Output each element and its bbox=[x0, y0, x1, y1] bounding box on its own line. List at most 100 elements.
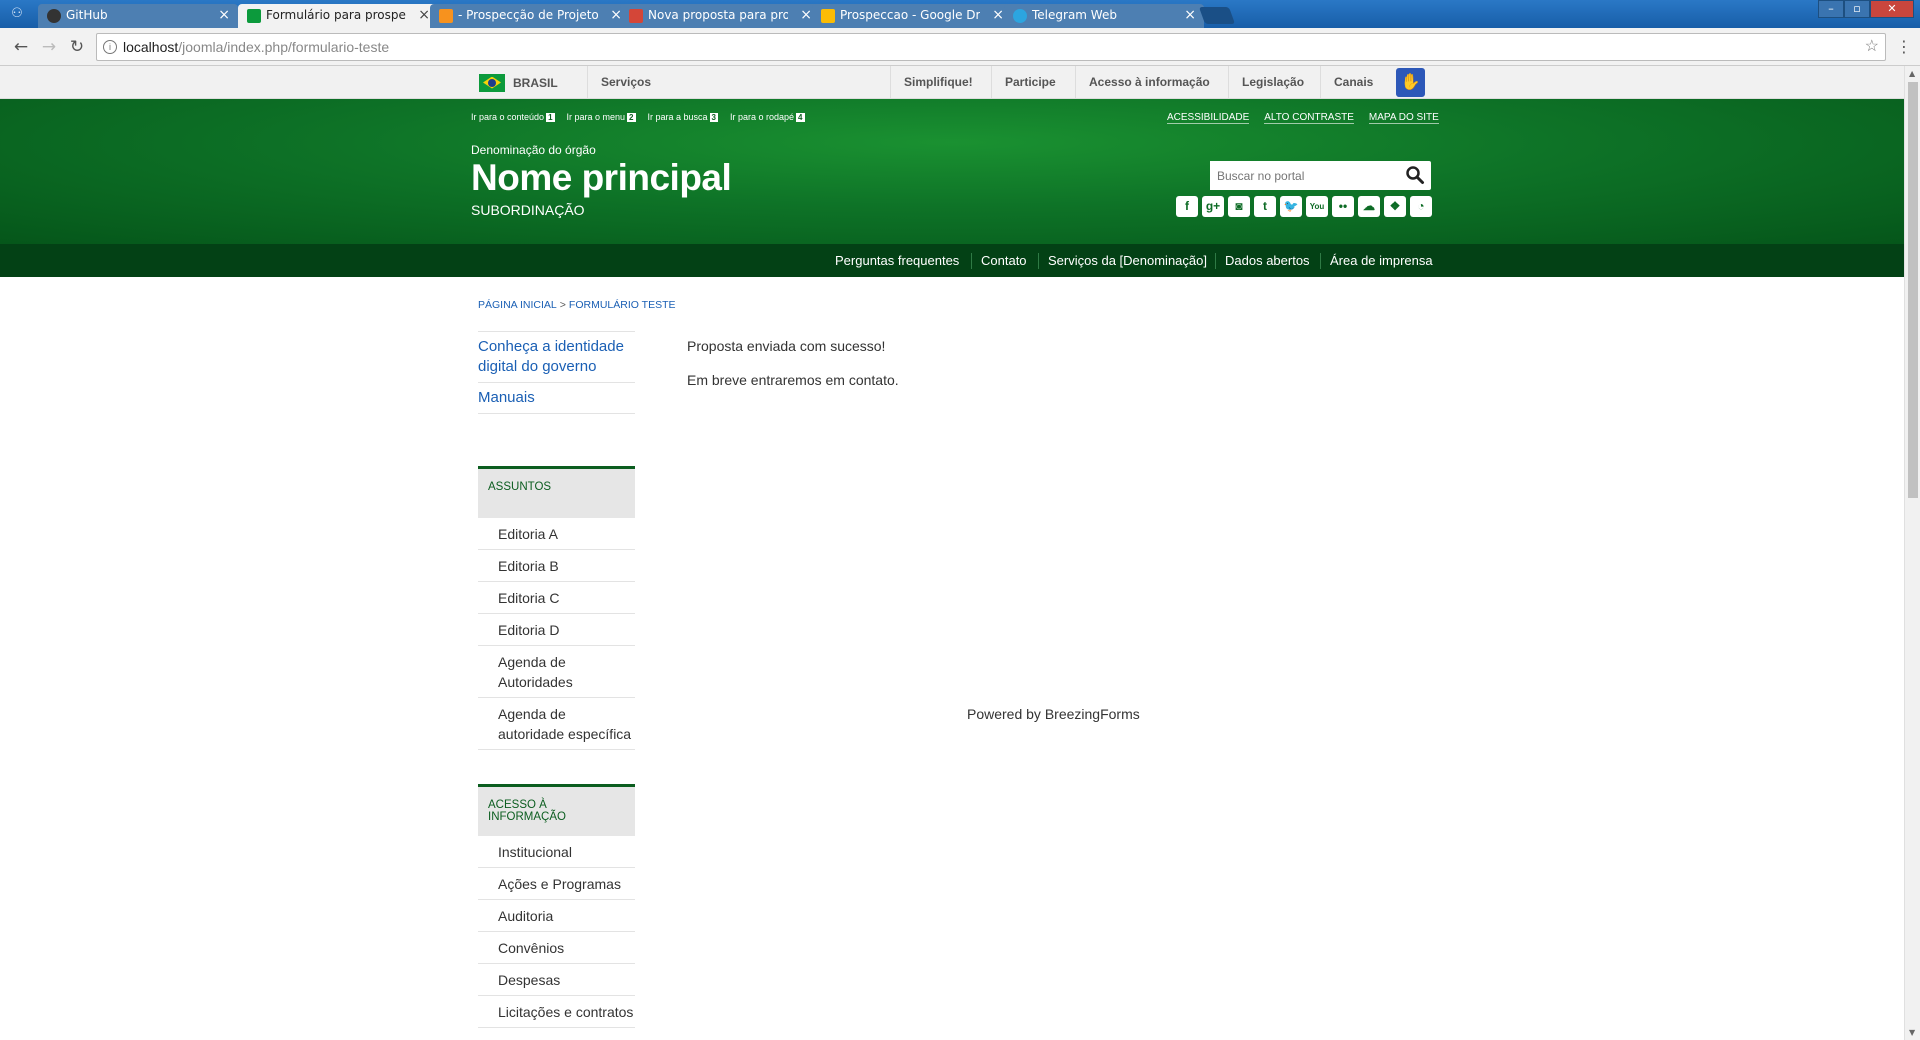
breadcrumb-home-link[interactable]: PÁGINA INICIAL bbox=[478, 299, 557, 311]
divider bbox=[1075, 66, 1076, 99]
scrollbar-thumb[interactable] bbox=[1908, 82, 1918, 498]
close-icon[interactable]: × bbox=[418, 4, 430, 26]
facebook-icon[interactable]: f bbox=[1176, 196, 1198, 217]
legislacao-link[interactable]: Legislação bbox=[1242, 66, 1304, 99]
rss-icon[interactable]: ◔ bbox=[1410, 196, 1432, 217]
perguntas-frequentes-link[interactable]: Perguntas frequentes bbox=[835, 244, 959, 277]
sidebar-item-institucional[interactable]: Institucional bbox=[478, 836, 635, 868]
contato-link[interactable]: Contato bbox=[981, 244, 1027, 277]
forward-icon[interactable]: → bbox=[38, 36, 60, 58]
sidebar-item-auditoria[interactable]: Auditoria bbox=[478, 900, 635, 932]
sidebar-item-despesas[interactable]: Despesas bbox=[478, 964, 635, 996]
government-bar: BRASIL Serviços Simplifique! Participe A… bbox=[0, 66, 1904, 99]
brasil-link[interactable]: BRASIL bbox=[479, 66, 558, 99]
breadcrumb-current[interactable]: FORMULÁRIO TESTE bbox=[569, 299, 676, 311]
sidebar-section-title: ASSUNTOS bbox=[478, 466, 635, 518]
dados-abertos-link[interactable]: Dados abertos bbox=[1225, 244, 1310, 277]
youtube-icon[interactable]: You bbox=[1306, 196, 1328, 217]
sidebar-item-agenda-autoridade-especifica[interactable]: Agenda de autoridade específica bbox=[478, 698, 635, 750]
sidebar-section-title: ACESSO À INFORMAÇÃO bbox=[478, 784, 635, 836]
vlibras-accessibility-icon[interactable]: ✋ bbox=[1396, 68, 1425, 97]
skip-links: Ir para o conteúdo 1 Ir para o menu 2 Ir p… bbox=[471, 112, 805, 122]
social-icons: f g+ ◙ t 🐦 You •• ☁ ❖ ◔ bbox=[1176, 196, 1432, 217]
main-content: Proposta enviada com sucesso! Em breve e… bbox=[687, 336, 899, 404]
tab-title: Telegram Web bbox=[1032, 8, 1117, 22]
joomla-icon bbox=[439, 9, 453, 23]
tab-title: GitHub bbox=[66, 8, 108, 22]
tab-title: Formulário para prospecção bbox=[266, 8, 406, 22]
new-tab-button[interactable] bbox=[1198, 7, 1236, 24]
info-icon[interactable]: i bbox=[103, 40, 117, 54]
breadcrumb-separator: > bbox=[559, 299, 566, 311]
alto-contraste-link[interactable]: ALTO CONTRASTE bbox=[1264, 112, 1354, 124]
canais-link[interactable]: Canais bbox=[1334, 66, 1373, 99]
sidebar-item-convenios[interactable]: Convênios bbox=[478, 932, 635, 964]
sidebar-item-editoria-d[interactable]: Editoria D bbox=[478, 614, 635, 646]
tab-gmail[interactable]: Nova proposta para prospecção × bbox=[620, 4, 820, 28]
scroll-up-icon[interactable]: ▲ bbox=[1909, 69, 1915, 78]
page-scrollbar[interactable]: ▲ ▼ bbox=[1904, 66, 1920, 1040]
window-close-button[interactable]: ✕ bbox=[1870, 0, 1914, 18]
web-page: BRASIL Serviços Simplifique! Participe A… bbox=[0, 66, 1904, 1040]
divider bbox=[991, 66, 992, 99]
sidebar-item-editoria-b[interactable]: Editoria B bbox=[478, 550, 635, 582]
sidebar-item-licitacoes-contratos[interactable]: Licitações e contratos bbox=[478, 996, 635, 1028]
close-icon[interactable]: × bbox=[992, 4, 1004, 26]
skip-to-footer-link[interactable]: Ir para o rodapé 4 bbox=[730, 112, 805, 122]
simplifique-link[interactable]: Simplifique! bbox=[904, 66, 973, 99]
sidebar-item-agenda-autoridades[interactable]: Agenda de Autoridades bbox=[478, 646, 635, 698]
sidebar-item-acoes-programas[interactable]: Ações e Programas bbox=[478, 868, 635, 900]
search-icon[interactable] bbox=[1405, 165, 1425, 185]
success-message: Proposta enviada com sucesso! bbox=[687, 338, 886, 354]
browser-toolbar: ← → ↻ i localhost/joomla/index.php/formu… bbox=[0, 28, 1920, 66]
bookmark-star-icon[interactable]: ☆ bbox=[1865, 34, 1879, 60]
sidebar-item-editoria-a[interactable]: Editoria A bbox=[478, 518, 635, 550]
servicos-denominacao-link[interactable]: Serviços da [Denominação] bbox=[1048, 244, 1207, 277]
skip-to-menu-link[interactable]: Ir para o menu 2 bbox=[567, 112, 636, 122]
soundcloud-icon[interactable]: ☁ bbox=[1358, 196, 1380, 217]
sidebar: Conheça a identidade digital do governo … bbox=[478, 331, 635, 1028]
participe-link[interactable]: Participe bbox=[1005, 66, 1056, 99]
flickr-icon[interactable]: •• bbox=[1332, 196, 1354, 217]
close-icon[interactable]: × bbox=[218, 4, 230, 26]
reload-icon[interactable]: ↻ bbox=[66, 36, 88, 58]
minimize-button[interactable]: – bbox=[1818, 0, 1844, 18]
tab-title: - Prospecção de Projetos bbox=[458, 8, 598, 22]
slideshare-icon[interactable]: ❖ bbox=[1384, 196, 1406, 217]
instagram-icon[interactable]: ◙ bbox=[1228, 196, 1250, 217]
sidebar-link-identidade-digital[interactable]: Conheça a identidade digital do governo bbox=[478, 331, 635, 383]
maximize-button[interactable]: ▫ bbox=[1844, 0, 1870, 18]
tumblr-icon[interactable]: t bbox=[1254, 196, 1276, 217]
back-icon[interactable]: ← bbox=[10, 36, 32, 58]
twitter-icon[interactable]: 🐦 bbox=[1280, 196, 1302, 217]
tab-github[interactable]: GitHub × bbox=[38, 4, 238, 28]
tab-formulario[interactable]: Formulário para prospecção × bbox=[238, 4, 438, 28]
sidebar-item-editoria-c[interactable]: Editoria C bbox=[478, 582, 635, 614]
close-icon[interactable]: × bbox=[800, 4, 812, 26]
scroll-down-icon[interactable]: ▼ bbox=[1909, 1028, 1915, 1037]
divider bbox=[1038, 253, 1039, 269]
address-bar[interactable]: i localhost/joomla/index.php/formulario-… bbox=[96, 33, 1886, 61]
tab-prospeccao[interactable]: - Prospecção de Projetos × bbox=[430, 4, 630, 28]
tab-title: Nova proposta para prospecção bbox=[648, 8, 788, 22]
search-box bbox=[1210, 161, 1431, 190]
mapa-do-site-link[interactable]: MAPA DO SITE bbox=[1368, 112, 1439, 124]
skip-to-content-link[interactable]: Ir para o conteúdo 1 bbox=[471, 112, 555, 122]
servicos-link[interactable]: Serviços bbox=[601, 66, 651, 99]
acesso-informacao-link[interactable]: Acesso à informação bbox=[1089, 66, 1210, 99]
acessibilidade-link[interactable]: ACESSIBILIDADE bbox=[1167, 112, 1250, 124]
area-de-imprensa-link[interactable]: Área de imprensa bbox=[1330, 244, 1433, 277]
subordinacao-label: SUBORDINAÇÃO bbox=[471, 202, 585, 218]
sidebar-link-manuais[interactable]: Manuais bbox=[478, 383, 635, 414]
close-icon[interactable]: × bbox=[1184, 4, 1196, 26]
tab-telegram[interactable]: Telegram Web × bbox=[1004, 4, 1204, 28]
skip-to-search-link[interactable]: Ir para a busca 3 bbox=[648, 112, 718, 122]
github-icon bbox=[47, 9, 61, 23]
google-plus-icon[interactable]: g+ bbox=[1202, 196, 1224, 217]
browser-menu-icon[interactable]: ⋮ bbox=[1896, 37, 1912, 56]
contact-message: Em breve entraremos em contato. bbox=[687, 372, 899, 388]
divider bbox=[1215, 253, 1216, 269]
search-input[interactable] bbox=[1210, 161, 1390, 190]
site-title[interactable]: Nome principal bbox=[471, 157, 732, 199]
tab-google-drive[interactable]: Prospeccao - Google Drive × bbox=[812, 4, 1012, 28]
